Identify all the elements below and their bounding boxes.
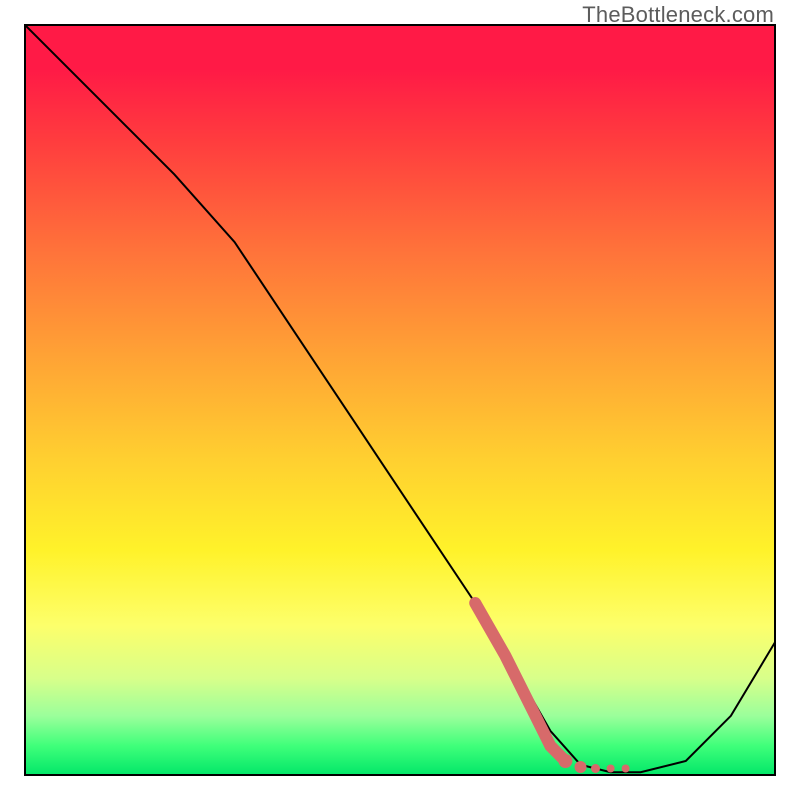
- sweet-spot-dot: [575, 761, 587, 773]
- bottleneck-curve-path: [24, 24, 776, 772]
- sweet-spot-dot: [591, 764, 600, 773]
- sweet-spot-dot: [607, 765, 615, 773]
- chart-svg: [24, 24, 776, 776]
- sweet-spot-dot: [558, 754, 572, 768]
- sweet-spot-dots: [558, 754, 629, 773]
- sweet-spot-highlight: [475, 603, 565, 761]
- chart-area: [24, 24, 776, 776]
- sweet-spot-dot: [622, 765, 630, 773]
